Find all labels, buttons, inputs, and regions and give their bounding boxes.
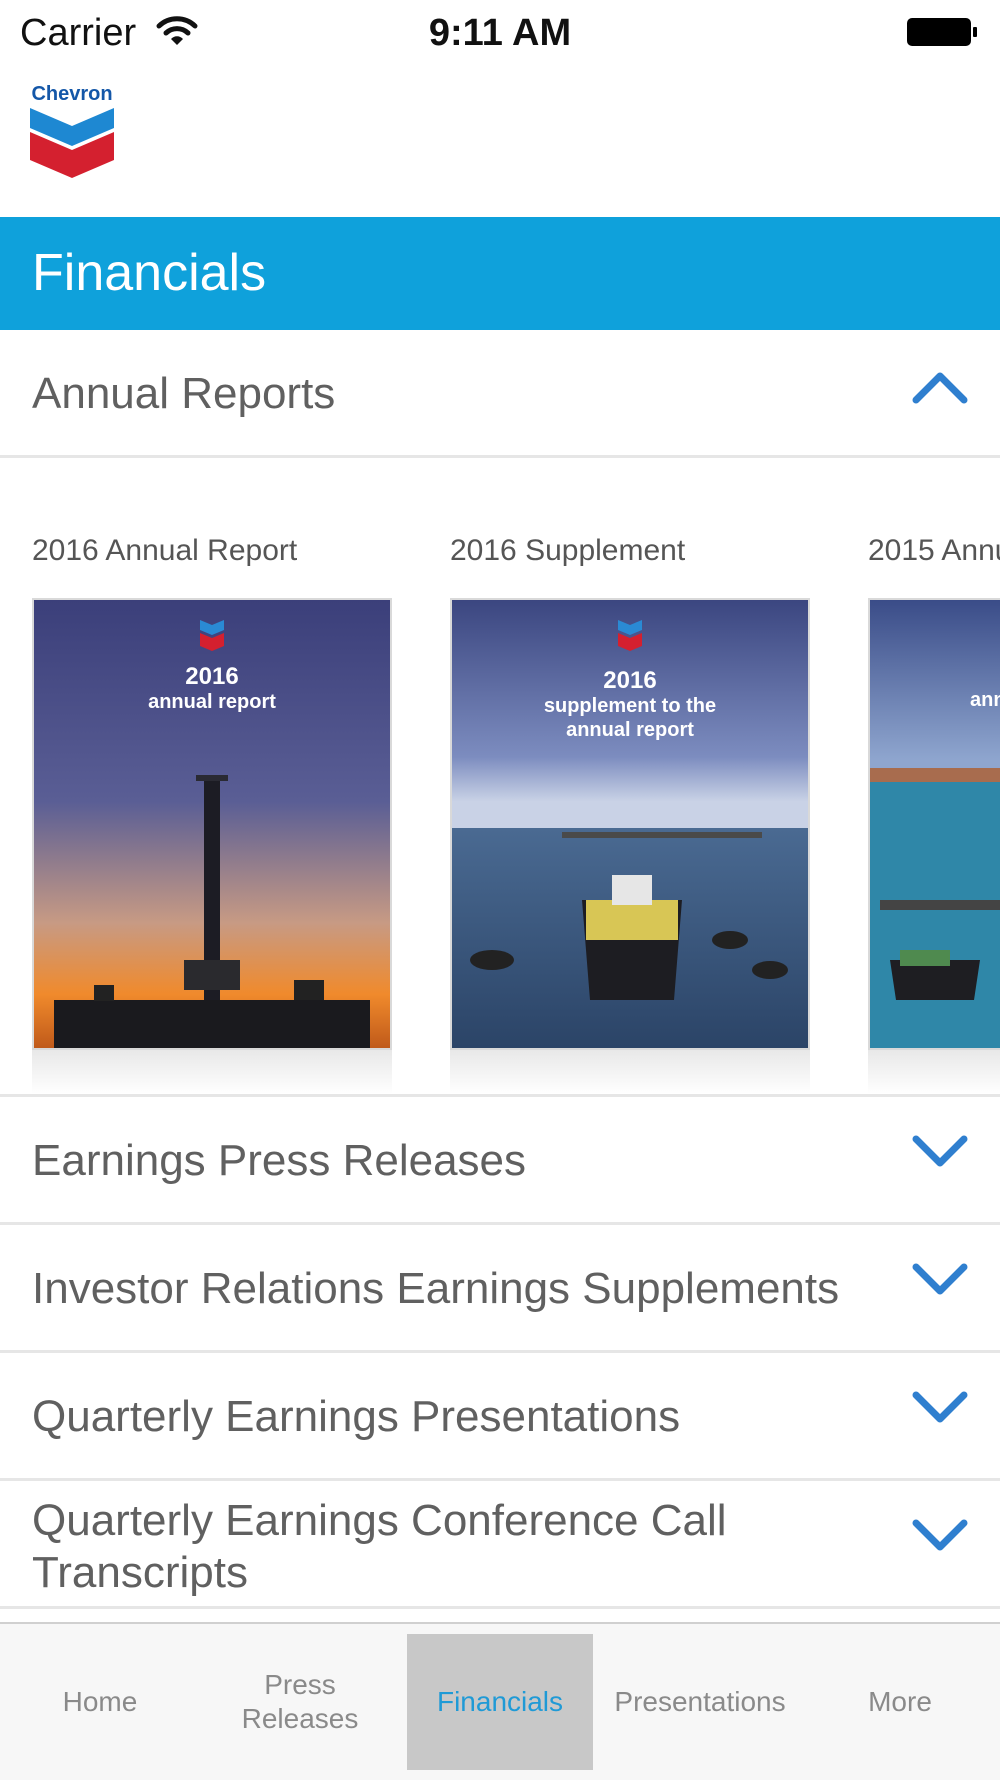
report-title: 2015 Annual Report — [868, 534, 1000, 567]
tab-label: Financials — [436, 1686, 564, 1717]
tab-more[interactable]: More — [800, 1634, 1000, 1770]
tab-presentations[interactable]: Presentations — [600, 1634, 800, 1770]
tab-press-releases[interactable]: Press Releases — [200, 1634, 400, 1770]
tab-label: Press Releases — [241, 1669, 359, 1734]
svg-text:Chevron: Chevron — [31, 83, 112, 105]
chevron-logo: Chevron — [28, 82, 116, 182]
cover-subtitle: annual report — [148, 691, 276, 713]
cover-shadow — [868, 1050, 1000, 1094]
section-label: Earnings Press Releases — [32, 1136, 527, 1185]
section-label: Quarterly Earnings Presentations — [32, 1392, 681, 1441]
cover-subtitle: annual report — [970, 689, 1000, 711]
battery-icon — [907, 18, 977, 46]
tab-bar: Home Press Releases Financials Presentat… — [0, 1622, 1000, 1780]
page-header: Financials — [0, 217, 1000, 330]
tab-label: More — [868, 1686, 932, 1717]
report-cover-image[interactable]: annual report — [868, 598, 1000, 1050]
section-label: Quarterly Earnings Conference Call Trans… — [32, 1496, 727, 1597]
section-earnings-press-releases[interactable]: Earnings Press Releases — [0, 1097, 1000, 1225]
section-ir-earnings-supplements[interactable]: Investor Relations Earnings Supplements — [0, 1225, 1000, 1353]
status-bar: Carrier 9:11 AM — [0, 0, 1000, 68]
tab-home[interactable]: Home — [0, 1634, 200, 1770]
cover-year: 2016 — [603, 667, 656, 694]
chevron-down-icon[interactable] — [912, 1519, 968, 1553]
annual-reports-carousel[interactable]: 2016 Annual Report 2016 annual report 20… — [0, 458, 1000, 1094]
chevron-down-icon[interactable] — [912, 1391, 968, 1425]
report-title: 2016 Supplement — [450, 534, 686, 567]
cover-subtitle-2: annual report — [566, 719, 694, 741]
section-annual-reports[interactable]: Annual Reports — [0, 330, 1000, 458]
section-conference-call-transcripts[interactable]: Quarterly Earnings Conference Call Trans… — [0, 1481, 1000, 1609]
cover-shadow — [32, 1050, 392, 1094]
report-title: 2016 Annual Report — [32, 534, 298, 567]
page-title: Financials — [32, 244, 267, 302]
cover-subtitle: supplement to the — [544, 695, 716, 717]
chevron-down-icon[interactable] — [912, 1135, 968, 1169]
tab-label: Presentations — [614, 1686, 786, 1717]
cover-year: 2016 — [185, 663, 238, 690]
report-cover-image[interactable]: 2016 supplement to the annual report — [450, 598, 810, 1050]
chevron-down-icon[interactable] — [912, 1263, 968, 1297]
report-cover-image[interactable]: 2016 annual report — [32, 598, 392, 1050]
section-label: Annual Reports — [32, 369, 336, 418]
tab-financials[interactable]: Financials — [407, 1634, 593, 1770]
section-label: Investor Relations Earnings Supplements — [32, 1264, 840, 1313]
clock: 9:11 AM — [428, 12, 572, 54]
cover-shadow — [450, 1050, 810, 1094]
tab-label: Home — [62, 1686, 138, 1717]
chevron-up-icon[interactable] — [912, 370, 968, 404]
section-quarterly-earnings-presentations[interactable]: Quarterly Earnings Presentations — [0, 1353, 1000, 1481]
